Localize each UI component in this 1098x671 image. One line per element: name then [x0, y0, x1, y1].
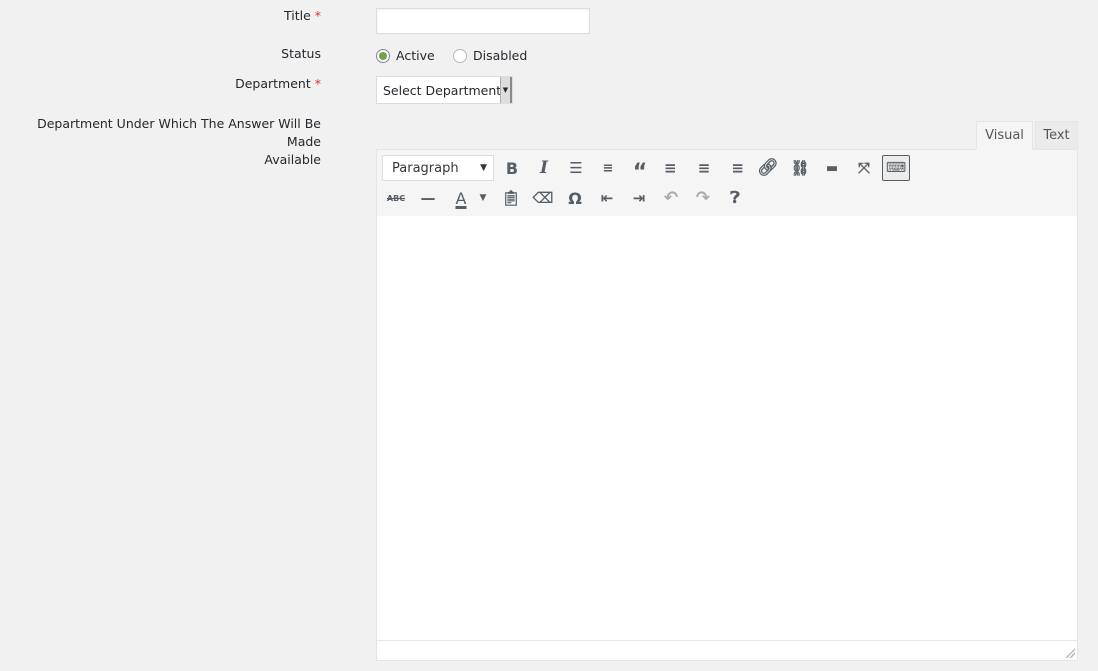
numbered-list-icon[interactable]: ≡ — [594, 155, 622, 181]
format-select[interactable]: Paragraph ▼ — [382, 155, 494, 181]
special-character-icon[interactable]: Ω — [561, 185, 589, 211]
redo-icon[interactable]: ↷ — [689, 185, 717, 211]
department-label: Department * — [235, 76, 321, 91]
paste-text-icon[interactable]: 📋︎ — [497, 185, 525, 211]
bullet-list-icon[interactable]: ☰ — [562, 155, 590, 181]
indent-icon[interactable]: ⇥ — [625, 185, 653, 211]
align-left-icon[interactable]: ≡ — [658, 155, 686, 181]
strikethrough-icon[interactable]: ABC — [382, 185, 410, 211]
dropdown-arrow-icon: ▼ — [500, 77, 512, 103]
link-icon[interactable]: 🔗︎ — [754, 155, 782, 181]
toolbar-toggle-icon[interactable]: ⌨ — [882, 155, 910, 181]
editor-content-area[interactable] — [376, 216, 1078, 641]
title-label: Title * — [283, 8, 321, 23]
horizontal-line-icon[interactable]: — — [414, 185, 442, 211]
editor-toolbar: Paragraph ▼ B I ☰ ≡ “ ≡ ≡ ≡ 🔗︎ ⛓︎ ▬ ⤧ ⌨ A… — [376, 149, 1078, 217]
clear-formatting-icon[interactable]: ⌫ — [529, 185, 557, 211]
answer-department-label: Department Under Which The Answer Will B… — [37, 116, 321, 167]
fullscreen-icon[interactable]: ⤧ — [850, 155, 878, 181]
department-select[interactable]: Select Department ▼ — [376, 76, 513, 104]
tab-text[interactable]: Text — [1035, 121, 1078, 150]
italic-icon[interactable]: I — [530, 155, 558, 181]
status-active-radio[interactable]: Active — [376, 48, 435, 63]
text-color-dropdown-icon[interactable]: ▼ — [477, 185, 489, 211]
chevron-down-icon: ▼ — [480, 163, 487, 173]
blockquote-icon[interactable]: “ — [626, 155, 654, 185]
radio-checked[interactable] — [376, 48, 390, 63]
bold-icon[interactable]: B — [498, 155, 526, 181]
editor-statusbar — [376, 640, 1078, 661]
unlink-icon[interactable]: ⛓︎ — [786, 155, 814, 181]
status-label: Status — [281, 46, 321, 61]
resize-handle-icon[interactable] — [1065, 648, 1075, 658]
title-input[interactable] — [376, 8, 590, 34]
status-disabled-radio[interactable]: Disabled — [453, 48, 527, 63]
tab-visual[interactable]: Visual — [976, 121, 1033, 150]
undo-icon[interactable]: ↶ — [657, 185, 685, 211]
outdent-icon[interactable]: ⇤ — [593, 185, 621, 211]
radio-unchecked[interactable] — [453, 48, 467, 63]
align-right-icon[interactable]: ≡ — [722, 155, 750, 181]
read-more-icon[interactable]: ▬ — [818, 155, 846, 181]
text-color-icon[interactable]: A — [447, 185, 475, 211]
align-center-icon[interactable]: ≡ — [690, 155, 718, 181]
help-icon[interactable]: ❓︎ — [721, 185, 749, 211]
